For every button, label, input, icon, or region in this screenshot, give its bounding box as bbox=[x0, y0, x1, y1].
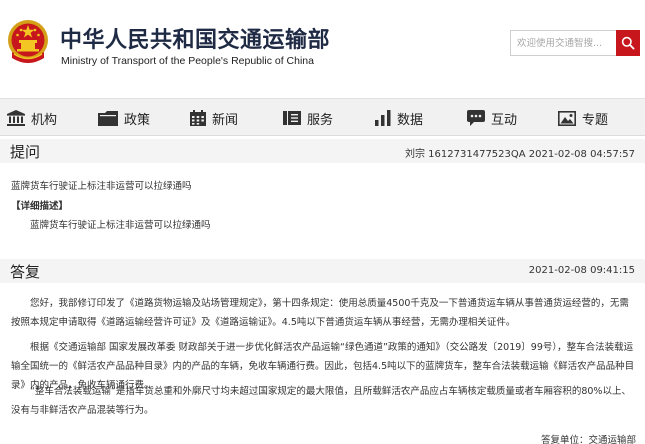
nav-label-news: 新闻 bbox=[212, 112, 239, 128]
answer-date: 2021-02-08 09:41:15 bbox=[528, 265, 635, 276]
calendar-icon bbox=[190, 110, 206, 126]
answer-paragraph: “整车合法装载运输”是指车货总重和外廓尺寸均未超过国家规定的最大限值，且所载鲜活… bbox=[11, 386, 631, 416]
answer-header: 答复 2021-02-08 09:41:15 bbox=[0, 259, 645, 283]
nav-item-news[interactable]: 新闻 bbox=[190, 99, 238, 137]
nav-label-policy: 政策 bbox=[124, 112, 151, 128]
question-detail: 蓝牌货车行驶证上标注非运营可以拉绿通吗 bbox=[30, 220, 211, 231]
chat-icon bbox=[467, 110, 485, 126]
site-subtitle: Ministry of Transport of the People's Re… bbox=[61, 55, 314, 67]
nav-label-interaction: 互动 bbox=[491, 112, 518, 128]
search-input[interactable] bbox=[511, 31, 616, 56]
answer-signature: 答复单位：交通运输部 bbox=[540, 435, 636, 444]
search-icon bbox=[621, 36, 635, 50]
image-icon bbox=[558, 110, 576, 126]
question-meta: 刘宗 1612731477523QA 2021-02-08 04:57:57 bbox=[405, 149, 635, 160]
nav-item-data[interactable]: 数据 bbox=[375, 99, 423, 137]
site-header: 中华人民共和国交通运输部 Ministry of Transport of th… bbox=[0, 0, 645, 92]
answer-paragraph: 您好，我部修订印发了《道路货物运输及站场管理规定》，第十四条规定：使用总质量45… bbox=[11, 298, 629, 328]
nav-label-institution: 机构 bbox=[31, 112, 58, 128]
nav-label-topics: 专题 bbox=[582, 112, 609, 128]
detail-label: 【详细描述】 bbox=[11, 201, 69, 212]
nav-item-policy[interactable]: 政策 bbox=[98, 99, 150, 137]
service-icon bbox=[283, 111, 301, 125]
main-nav: 机构 政策 新闻 服务 数据 互动 专题 bbox=[0, 98, 645, 136]
institution-icon bbox=[7, 110, 25, 126]
search-box bbox=[510, 30, 616, 56]
nav-label-service: 服务 bbox=[307, 112, 334, 128]
answer-title: 答复 bbox=[10, 263, 41, 281]
nav-item-institution[interactable]: 机构 bbox=[7, 99, 57, 137]
bar-chart-icon bbox=[375, 110, 391, 126]
national-emblem-icon[interactable] bbox=[6, 18, 50, 66]
folder-icon bbox=[98, 110, 118, 126]
site-title[interactable]: 中华人民共和国交通运输部 bbox=[60, 22, 330, 54]
question-title: 提问 bbox=[10, 143, 41, 161]
nav-label-data: 数据 bbox=[397, 112, 424, 128]
nav-item-topics[interactable]: 专题 bbox=[558, 99, 608, 137]
nav-item-service[interactable]: 服务 bbox=[283, 99, 333, 137]
question-header: 提问 刘宗 1612731477523QA 2021-02-08 04:57:5… bbox=[0, 139, 645, 163]
question-summary: 蓝牌货车行驶证上标注非运营可以拉绿通吗 bbox=[11, 181, 192, 192]
nav-item-interaction[interactable]: 互动 bbox=[467, 99, 517, 137]
search-button[interactable] bbox=[616, 30, 640, 56]
